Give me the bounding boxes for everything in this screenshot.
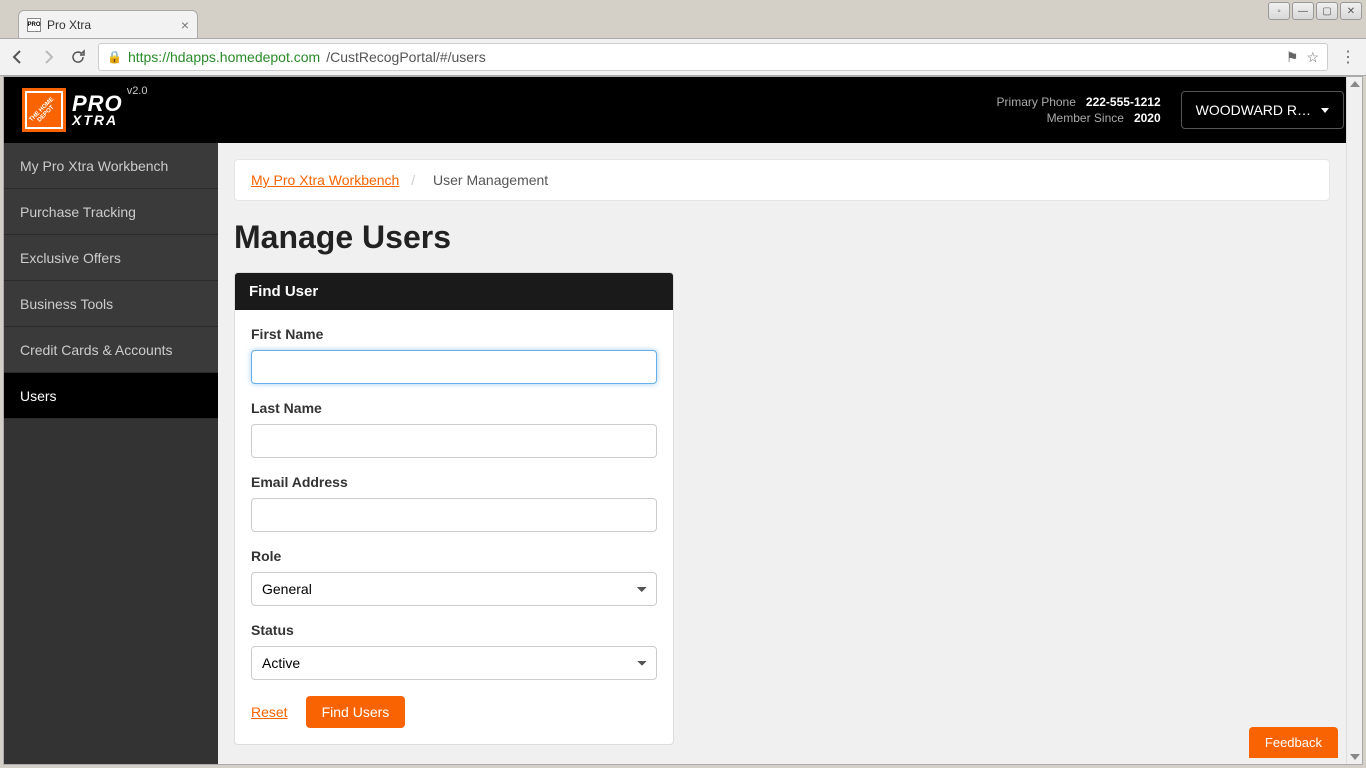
- breadcrumb-current: User Management: [433, 172, 548, 188]
- sidebar-item-users[interactable]: Users: [4, 373, 218, 419]
- role-select[interactable]: General: [251, 572, 657, 606]
- account-dropdown[interactable]: WOODWARD R…: [1181, 91, 1344, 129]
- email-input[interactable]: [251, 498, 657, 532]
- first-name-label: First Name: [251, 326, 657, 342]
- favicon-icon: PRO: [27, 18, 41, 32]
- user-icon[interactable]: ◦: [1268, 2, 1290, 20]
- minimize-button[interactable]: —: [1292, 2, 1314, 20]
- member-since-label: Member Since: [1047, 111, 1124, 125]
- chevron-down-icon: [1321, 108, 1329, 113]
- breadcrumb: My Pro Xtra Workbench / User Management: [234, 159, 1330, 201]
- sidebar-item-label: Users: [20, 388, 57, 404]
- role-label: Role: [251, 548, 657, 564]
- sidebar-item-label: Business Tools: [20, 296, 113, 312]
- logo[interactable]: THE HOME DEPOT PRO XTRA: [22, 88, 123, 132]
- sidebar-item-credit-cards[interactable]: Credit Cards & Accounts: [4, 327, 218, 373]
- bookmark-icon[interactable]: ☆: [1306, 49, 1319, 66]
- page-title: Manage Users: [234, 219, 1330, 256]
- find-user-card: Find User First Name Last Name Email Add…: [234, 272, 674, 745]
- lock-icon: 🔒: [107, 50, 122, 64]
- primary-phone-value: 222-555-1212: [1086, 95, 1161, 109]
- address-bar[interactable]: 🔒 https://hdapps.homedepot.com/CustRecog…: [98, 43, 1328, 71]
- sidebar-item-label: Credit Cards & Accounts: [20, 342, 173, 358]
- site-info-icon[interactable]: ⚑: [1286, 49, 1299, 66]
- last-name-input[interactable]: [251, 424, 657, 458]
- status-label: Status: [251, 622, 657, 638]
- main-content: My Pro Xtra Workbench / User Management …: [218, 143, 1346, 764]
- pro-xtra-wordmark: PRO XTRA: [72, 94, 123, 126]
- app-header: THE HOME DEPOT PRO XTRA v2.0 Primary Pho…: [4, 77, 1362, 143]
- reset-link[interactable]: Reset: [251, 704, 288, 720]
- find-users-button[interactable]: Find Users: [306, 696, 406, 728]
- first-name-input[interactable]: [251, 350, 657, 384]
- sidebar-item-purchase-tracking[interactable]: Purchase Tracking: [4, 189, 218, 235]
- feedback-button[interactable]: Feedback: [1249, 727, 1338, 758]
- close-window-button[interactable]: ✕: [1340, 2, 1362, 20]
- sidebar-item-label: Exclusive Offers: [20, 250, 121, 266]
- sidebar-item-workbench[interactable]: My Pro Xtra Workbench: [4, 143, 218, 189]
- member-since-value: 2020: [1134, 111, 1161, 125]
- url-path: /CustRecogPortal/#/users: [326, 49, 486, 65]
- url-host: https://hdapps.homedepot.com: [128, 49, 320, 65]
- vertical-scrollbar[interactable]: [1346, 77, 1362, 764]
- close-tab-icon[interactable]: ×: [181, 17, 189, 33]
- status-select[interactable]: Active: [251, 646, 657, 680]
- viewport: THE HOME DEPOT PRO XTRA v2.0 Primary Pho…: [3, 76, 1363, 765]
- sidebar-item-business-tools[interactable]: Business Tools: [4, 281, 218, 327]
- primary-phone-label: Primary Phone: [997, 95, 1076, 109]
- back-button[interactable]: [8, 47, 28, 67]
- window-controls: ◦ — ▢ ✕: [1268, 2, 1362, 20]
- sidebar-item-exclusive-offers[interactable]: Exclusive Offers: [4, 235, 218, 281]
- version-label: v2.0: [127, 85, 148, 97]
- sidebar: My Pro Xtra Workbench Purchase Tracking …: [4, 143, 218, 764]
- last-name-label: Last Name: [251, 400, 657, 416]
- browser-tab[interactable]: PRO Pro Xtra ×: [18, 10, 198, 38]
- browser-window: ◦ — ▢ ✕ PRO Pro Xtra × 🔒 https://hdapps.…: [0, 0, 1366, 768]
- sidebar-item-label: Purchase Tracking: [20, 204, 136, 220]
- breadcrumb-root-link[interactable]: My Pro Xtra Workbench: [251, 172, 399, 188]
- home-depot-logo-icon: THE HOME DEPOT: [22, 88, 66, 132]
- header-account-info: Primary Phone 222-555-1212 Member Since …: [997, 93, 1161, 127]
- tab-title: Pro Xtra: [47, 18, 91, 32]
- maximize-button[interactable]: ▢: [1316, 2, 1338, 20]
- email-label: Email Address: [251, 474, 657, 490]
- reload-button[interactable]: [68, 47, 88, 67]
- sidebar-item-label: My Pro Xtra Workbench: [20, 158, 168, 174]
- breadcrumb-separator: /: [411, 172, 415, 188]
- browser-menu-button[interactable]: ⋮: [1338, 47, 1358, 67]
- card-header: Find User: [235, 273, 673, 310]
- account-name: WOODWARD R…: [1196, 102, 1311, 118]
- address-bar-row: 🔒 https://hdapps.homedepot.com/CustRecog…: [0, 38, 1366, 76]
- forward-button[interactable]: [38, 47, 58, 67]
- tab-bar: PRO Pro Xtra ×: [0, 0, 1366, 38]
